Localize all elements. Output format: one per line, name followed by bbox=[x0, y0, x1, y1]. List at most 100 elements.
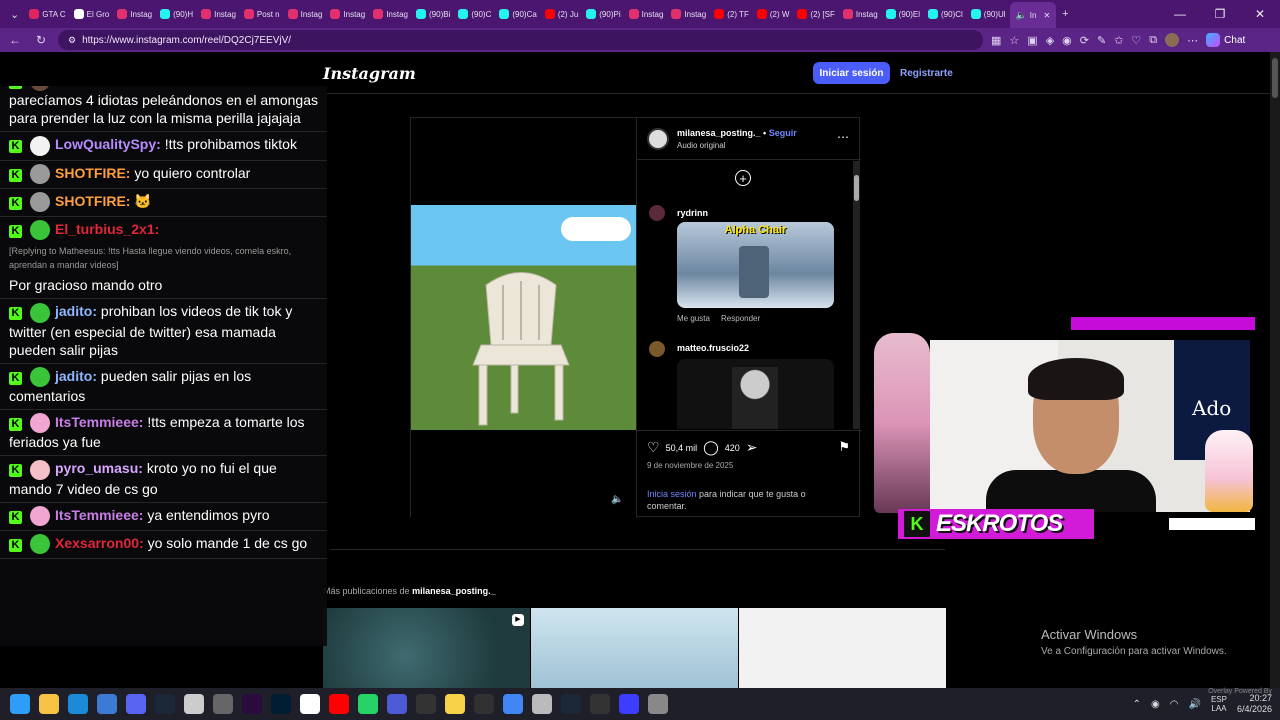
more-post-thumb-2[interactable] bbox=[531, 608, 738, 688]
tab-9[interactable]: (90)Bi bbox=[412, 3, 454, 25]
chevron-up-icon[interactable]: ⌃ bbox=[1133, 699, 1141, 710]
page-scrollbar[interactable] bbox=[1270, 52, 1280, 688]
steam-icon[interactable] bbox=[155, 694, 175, 714]
extension3-icon[interactable]: ◉ bbox=[1062, 34, 1072, 47]
chat-username[interactable]: SHOTFIRE bbox=[55, 193, 126, 209]
youtube-icon[interactable] bbox=[329, 694, 349, 714]
tab-13[interactable]: (90)Pi bbox=[582, 3, 624, 25]
profile-avatar[interactable] bbox=[1165, 33, 1180, 47]
notes-icon[interactable] bbox=[445, 694, 465, 714]
reader-icon[interactable]: ▦ bbox=[991, 34, 1001, 47]
premiere-icon[interactable] bbox=[242, 694, 262, 714]
mute-icon[interactable]: 🔈 bbox=[611, 494, 623, 505]
wifi-icon[interactable]: ◠ bbox=[1170, 699, 1179, 710]
store-icon[interactable] bbox=[97, 694, 117, 714]
split-icon[interactable]: ⧉ bbox=[1149, 34, 1157, 47]
chat-username[interactable]: pyro_umasu bbox=[55, 460, 138, 476]
author-username[interactable]: milanesa_posting._ bbox=[677, 128, 761, 138]
refresh-ext-icon[interactable]: ⟳ bbox=[1080, 34, 1089, 47]
tab-21[interactable]: (90)Cl bbox=[924, 3, 967, 25]
minimize-icon[interactable]: — bbox=[1160, 0, 1200, 28]
file-explorer-icon[interactable] bbox=[39, 694, 59, 714]
clock[interactable]: 20:27 6/4/2026 bbox=[1237, 693, 1272, 715]
share-icon[interactable]: ➢ bbox=[746, 439, 758, 456]
reel-video[interactable]: 🔈 bbox=[411, 118, 636, 518]
login-hint-link[interactable]: Inicia sesión bbox=[647, 489, 697, 499]
copilot-chat-button[interactable]: Chat bbox=[1206, 33, 1245, 47]
instagram-logo[interactable]: Instagram bbox=[323, 64, 416, 83]
chat-username[interactable]: TheNestorHD bbox=[55, 86, 144, 88]
login-button[interactable]: Iniciar sesión bbox=[813, 62, 890, 84]
chat-username[interactable]: El_turbius_2x1 bbox=[55, 221, 155, 237]
discord-icon[interactable] bbox=[126, 694, 146, 714]
cube-icon[interactable] bbox=[532, 694, 552, 714]
tab-6[interactable]: Instag bbox=[284, 3, 327, 25]
tab-20[interactable]: (90)El bbox=[882, 3, 924, 25]
comment-username-2[interactable]: matteo.fruscio22 bbox=[677, 343, 749, 353]
tab-8[interactable]: Instag bbox=[369, 3, 412, 25]
favorites-icon[interactable]: ✩ bbox=[1114, 34, 1123, 47]
audio-icon[interactable] bbox=[590, 694, 610, 714]
follow-button[interactable]: Seguir bbox=[769, 128, 797, 138]
windows-start-icon[interactable] bbox=[10, 694, 30, 714]
app-last-icon[interactable] bbox=[648, 694, 668, 714]
comment-like-link[interactable]: Me gusta bbox=[677, 314, 710, 323]
site-info-icon[interactable]: ⚙ bbox=[68, 35, 76, 46]
photoshop-icon[interactable] bbox=[271, 694, 291, 714]
tab-list-icon[interactable]: ⌄ bbox=[4, 8, 25, 21]
bookmark-icon[interactable]: ⚑ bbox=[838, 439, 850, 455]
tab-active[interactable]: 🔈 In ✕ bbox=[1009, 2, 1057, 28]
media-icon[interactable] bbox=[619, 694, 639, 714]
tab-15[interactable]: Instag bbox=[667, 3, 710, 25]
tab-2[interactable]: Instag bbox=[113, 3, 156, 25]
chat-username[interactable]: Xexsarron00 bbox=[55, 535, 139, 551]
steam2-icon[interactable] bbox=[561, 694, 581, 714]
more-user-link[interactable]: milanesa_posting._ bbox=[412, 586, 496, 596]
extension4-icon[interactable]: ✎ bbox=[1097, 34, 1106, 47]
tray-apps-icon[interactable]: ◉ bbox=[1151, 699, 1160, 710]
tab-0[interactable]: GTA C bbox=[25, 3, 69, 25]
chrome-icon[interactable] bbox=[503, 694, 523, 714]
commenter-avatar[interactable] bbox=[649, 205, 665, 221]
refresh-icon[interactable]: ↻ bbox=[32, 33, 50, 47]
url-bar[interactable]: ⚙ https://www.instagram.com/reel/DQ2Cj7E… bbox=[58, 30, 983, 50]
extension2-icon[interactable]: ◈ bbox=[1046, 34, 1054, 47]
comment-icon[interactable]: ◯ bbox=[703, 439, 719, 456]
whatsapp-icon[interactable] bbox=[358, 694, 378, 714]
chat-username[interactable]: ItsTemmieee bbox=[55, 507, 139, 523]
tab-18[interactable]: (2) [SF bbox=[793, 3, 838, 25]
tab-19[interactable]: Instag bbox=[839, 3, 882, 25]
chat-username[interactable]: SHOTFIRE bbox=[55, 165, 126, 181]
comments-scrollbar[interactable] bbox=[853, 161, 860, 429]
lang-indicator[interactable]: ESP LAA bbox=[1211, 695, 1227, 713]
audio-label[interactable]: Audio original bbox=[677, 141, 725, 150]
signup-link[interactable]: Registrarte bbox=[900, 68, 953, 79]
commenter-avatar-2[interactable] bbox=[649, 341, 665, 357]
more-post-thumb-3[interactable] bbox=[739, 608, 946, 688]
tab-5[interactable]: Post n bbox=[240, 3, 284, 25]
close-icon[interactable]: ✕ bbox=[1043, 11, 1050, 20]
more-post-thumb-1[interactable]: ▶ bbox=[323, 608, 530, 688]
comment-reply-link[interactable]: Responder bbox=[721, 314, 760, 323]
app-s-icon[interactable] bbox=[300, 694, 320, 714]
edge-icon[interactable] bbox=[68, 694, 88, 714]
epic-icon[interactable] bbox=[416, 694, 436, 714]
favorite-icon[interactable]: ☆ bbox=[1009, 34, 1019, 47]
back-icon[interactable]: ← bbox=[6, 33, 24, 47]
tab-16[interactable]: (2) TF bbox=[710, 3, 753, 25]
app-blue-icon[interactable] bbox=[387, 694, 407, 714]
tab-14[interactable]: Instag bbox=[625, 3, 668, 25]
chat-username[interactable]: ItsTemmieee bbox=[55, 414, 139, 430]
close-window-icon[interactable]: ✕ bbox=[1240, 0, 1280, 28]
tab-1[interactable]: El Gro bbox=[70, 3, 114, 25]
settings-icon[interactable] bbox=[184, 694, 204, 714]
maximize-icon[interactable]: ❐ bbox=[1200, 0, 1240, 28]
more-options-icon[interactable]: ⋯ bbox=[837, 130, 849, 144]
tab-12[interactable]: (2) Ju bbox=[541, 3, 582, 25]
tab-4[interactable]: Instag bbox=[197, 3, 240, 25]
obs-icon[interactable] bbox=[474, 694, 494, 714]
more-icon[interactable]: ⋯ bbox=[1187, 34, 1198, 47]
volume-icon[interactable]: 🔊 bbox=[1188, 699, 1200, 710]
new-tab-icon[interactable]: + bbox=[1056, 8, 1074, 20]
chat-username[interactable]: LowQualitySpy bbox=[55, 136, 156, 152]
